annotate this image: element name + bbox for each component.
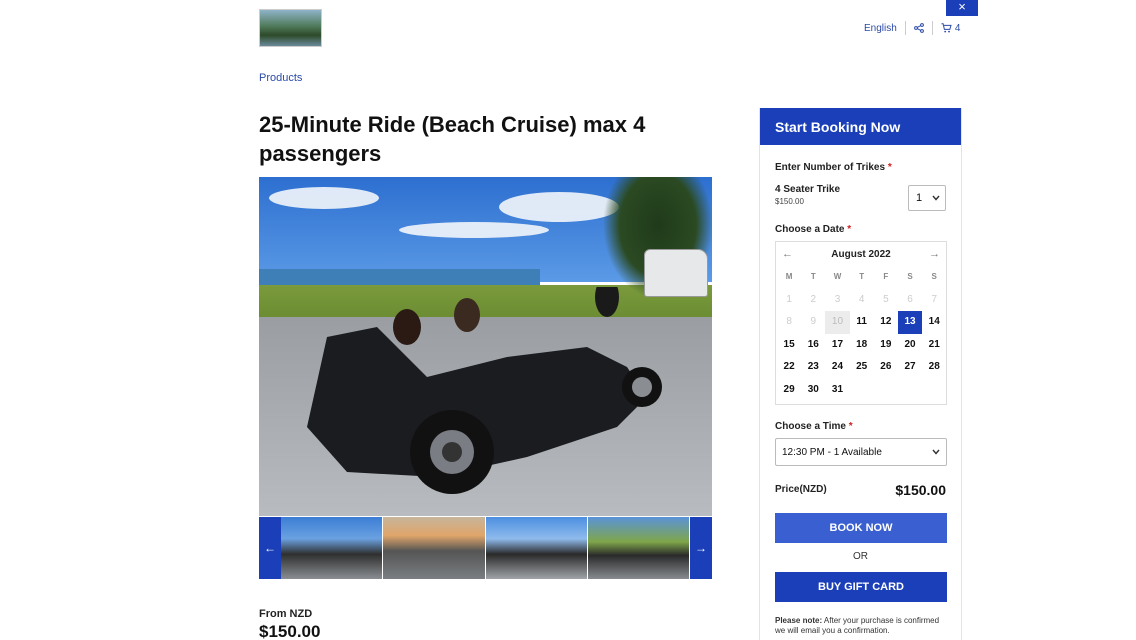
calendar-header: ← August 2022 →	[776, 242, 946, 266]
chevron-down-icon	[932, 447, 940, 458]
from-price-label: From NZD	[259, 608, 313, 620]
calendar-day[interactable]: 28	[922, 356, 946, 379]
date-label-text: Choose a Date	[775, 224, 845, 235]
trike-option-name: 4 Seater Trike	[775, 184, 841, 195]
weekday-label: T	[859, 272, 865, 281]
time-label: Choose a Time *	[775, 421, 853, 432]
quantity-select[interactable]: 1	[908, 185, 946, 211]
calendar-day[interactable]: 23	[801, 356, 825, 379]
weekday-label: S	[931, 272, 937, 281]
calendar-day[interactable]: 18	[850, 334, 874, 357]
close-button[interactable]: ×	[946, 0, 978, 16]
note-bold: Please note:	[775, 616, 823, 625]
calendar-day[interactable]: 29	[777, 379, 801, 402]
calendar-day[interactable]: 11	[850, 311, 874, 334]
calendar-day[interactable]: 16	[801, 334, 825, 357]
thumbnail-image[interactable]	[383, 517, 486, 579]
buy-gift-card-button[interactable]: BUY GIFT CARD	[775, 572, 947, 602]
price-label: Price(NZD)	[775, 484, 827, 495]
cart-count: 4	[954, 22, 961, 34]
calendar-day: 4	[858, 293, 865, 305]
thumbnail-carousel: ← →	[259, 517, 712, 579]
calendar-day: 5	[883, 293, 889, 305]
top-utility-bar: English 4	[864, 20, 960, 36]
weekday-label: F	[883, 272, 889, 281]
calendar-day: 1	[786, 293, 792, 305]
calendar-day[interactable]: 20	[898, 334, 922, 357]
calendar-day[interactable]: 22	[777, 356, 801, 379]
weekday-label: W	[833, 272, 842, 281]
calendar-day[interactable]: 17	[825, 334, 849, 357]
required-mark: *	[848, 421, 853, 432]
price-value: $150.00	[895, 482, 946, 498]
calendar-day: 8	[786, 316, 792, 327]
chevron-down-icon	[932, 192, 940, 204]
calendar-next-icon[interactable]: →	[929, 248, 940, 260]
trike-option-price: $150.00	[775, 197, 804, 206]
divider	[904, 21, 906, 35]
calendar-day[interactable]: 25	[850, 356, 874, 379]
language-selector[interactable]: English	[864, 23, 897, 34]
book-now-button[interactable]: BOOK NOW	[775, 513, 947, 543]
thumbnail-image[interactable]	[281, 517, 384, 579]
thumbnail-image[interactable]	[485, 517, 588, 579]
calendar-day[interactable]: 14	[922, 311, 946, 334]
calendar-day: 2	[810, 293, 817, 305]
calendar-day[interactable]: 31	[825, 379, 849, 402]
date-label: Choose a Date *	[775, 224, 851, 235]
divider	[931, 21, 933, 35]
calendar-day: 6	[907, 293, 913, 305]
weekday-label: S	[907, 272, 913, 281]
calendar-month: August 2022	[831, 248, 891, 260]
calendar-day[interactable]: 30	[801, 379, 825, 402]
trikes-label-text: Enter Number of Trikes	[775, 162, 886, 173]
carousel-prev-button[interactable]: ←	[259, 517, 281, 579]
date-calendar: ← August 2022 → M T W T F S S 1 2 3 4 5 6 7 8 9 10 11 12 13…	[775, 241, 947, 405]
calendar-day[interactable]: 26	[874, 356, 898, 379]
breadcrumb-products[interactable]: Products	[259, 72, 302, 84]
required-mark: *	[887, 162, 892, 173]
required-mark: *	[847, 224, 852, 235]
calendar-day[interactable]: 27	[898, 356, 922, 379]
or-divider: OR	[853, 551, 868, 562]
calendar-day: 7	[931, 293, 937, 305]
product-main-image	[259, 177, 712, 516]
calendar-grid: M T W T F S S 1 2 3 4 5 6 7 8 9 10 11 12 13 14 15 16 17 18 19 20 21…	[776, 266, 946, 401]
weekday-label: T	[810, 272, 816, 281]
calendar-prev-icon[interactable]: ←	[782, 248, 793, 260]
calendar-day[interactable]: 21	[922, 334, 946, 357]
from-price-value: $150.00	[259, 622, 321, 640]
calendar-day: 10	[825, 311, 850, 334]
cart-icon	[941, 23, 952, 33]
calendar-day[interactable]: 24	[825, 356, 849, 379]
time-label-text: Choose a Time	[775, 421, 846, 432]
thumbnail-image[interactable]	[587, 517, 690, 579]
time-select-value: 12:30 PM - 1 Available	[782, 446, 882, 458]
calendar-day-selected[interactable]: 13	[897, 311, 923, 334]
share-icon[interactable]	[913, 23, 924, 33]
calendar-day[interactable]: 15	[777, 334, 801, 357]
booking-panel: Start Booking Now Enter Number of Trikes…	[759, 108, 962, 640]
quantity-value: 1	[916, 192, 923, 204]
weekday-label: M	[785, 272, 793, 281]
calendar-day[interactable]: 12	[874, 311, 898, 334]
calendar-day: 9	[810, 316, 817, 327]
site-logo[interactable]	[259, 9, 322, 47]
calendar-day: 3	[834, 293, 841, 305]
calendar-day[interactable]: 19	[874, 334, 898, 357]
carousel-next-button[interactable]: →	[690, 517, 712, 579]
booking-panel-heading: Start Booking Now	[760, 108, 961, 145]
time-select[interactable]: 12:30 PM - 1 Available	[775, 438, 947, 466]
cart-button[interactable]: 4	[941, 22, 961, 34]
purchase-note: Please note: After your purchase is conf…	[775, 616, 950, 636]
trikes-label: Enter Number of Trikes *	[775, 162, 892, 173]
page-title: 25-Minute Ride (Beach Cruise) max 4 pass…	[259, 112, 646, 166]
